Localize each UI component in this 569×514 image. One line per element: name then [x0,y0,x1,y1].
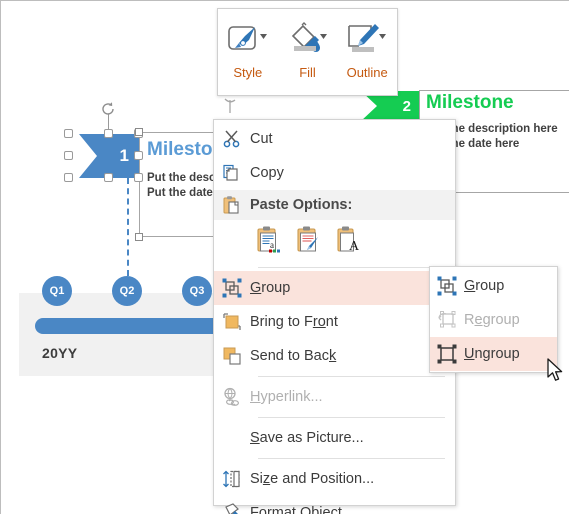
mini-toolbar-tail [223,96,236,116]
paste-keep-source-formatting-icon[interactable]: a [256,225,282,260]
context-menu-separator-1 [258,267,445,268]
screenshot-root: 20YY Q1 Q2 Q3 2 Milestone Put the descri… [0,0,569,514]
context-menu-label-bring-to-front: Bring to Front [250,314,338,330]
group-objects-icon [214,278,250,298]
submenu-label-group: Group [464,278,505,294]
group-submenu[interactable]: Group Regroup Ungroup [429,266,558,373]
quarter-label: Q2 [119,285,135,297]
rotate-handle-icon[interactable] [100,101,116,117]
submenu-item-regroup: Regroup [430,303,557,337]
clipboard-icon [214,195,250,215]
context-menu-label-hyperlink: Hyperlink... [250,389,323,405]
selection-handle-e[interactable] [134,151,143,160]
timeline-year-label: 20YY [42,345,78,361]
context-menu-label-cut: Cut [250,131,273,147]
size-and-position-icon [214,469,250,489]
context-menu-separator-4 [258,458,445,459]
context-menu-label-paste-options: Paste Options: [250,197,353,213]
mini-toolbar-label-outline: Outline [346,65,388,80]
mouse-pointer-icon [547,358,565,389]
group-objects-icon [430,276,464,296]
milestone-2-title: Milestone [426,92,514,113]
mini-toolbar[interactable]: Style Fill Outline [217,8,398,96]
context-menu-item-copy[interactable]: Copy [214,156,455,190]
mini-toolbar-item-style[interactable]: Style [218,9,278,95]
shape-style-icon [225,20,271,64]
timeline-quarter-q3[interactable]: Q3 [182,276,212,306]
paint-bucket-fill-icon [285,20,331,64]
bring-to-front-icon [214,312,250,332]
context-menu-label-copy: Copy [250,165,284,181]
shape-outline-pencil-icon [344,20,390,64]
selection-handle-w[interactable] [64,151,73,160]
svg-text:a: a [270,240,274,250]
selection-handle-n[interactable] [104,129,113,138]
submenu-item-group[interactable]: Group [430,269,557,303]
paste-keep-text-only-icon[interactable]: A [336,225,362,260]
context-menu[interactable]: Cut Copy Paste Options: a A Group Bring … [213,119,456,514]
quarter-label: Q3 [189,285,205,297]
paste-options-icons[interactable]: a A [214,220,455,264]
context-menu-item-paste-options: Paste Options: [214,190,455,220]
context-menu-separator-3 [258,417,445,418]
scissors-icon [214,129,250,149]
mini-toolbar-item-fill[interactable]: Fill [278,9,338,95]
group-handle-top[interactable] [135,128,143,136]
submenu-label-regroup: Regroup [464,312,520,328]
group-handle-bottom[interactable] [135,233,143,241]
context-menu-item-bring-to-front[interactable]: Bring to Front ▶ [214,305,455,339]
quarter-label: Q1 [49,285,65,297]
context-menu-item-group[interactable]: Group ▶ [214,271,455,305]
format-object-brush-icon [214,503,250,514]
mini-toolbar-label-style: Style [233,65,263,80]
context-menu-label-group: Group [250,280,291,296]
svg-text:A: A [349,239,360,254]
context-menu-separator-2 [258,376,445,377]
copy-pages-icon [214,163,250,183]
mini-toolbar-label-fill: Fill [299,65,316,80]
submenu-label-ungroup: Ungroup [464,346,520,362]
timeline-quarter-q1[interactable]: Q1 [42,276,72,306]
paste-use-destination-theme-icon[interactable] [296,225,322,260]
context-menu-label-save-as-picture: Save as Picture... [250,430,364,446]
ungroup-objects-icon [430,344,464,364]
context-menu-item-format-object[interactable]: Format Object... [214,496,455,514]
submenu-item-ungroup[interactable]: Ungroup [430,337,557,371]
context-menu-item-send-to-back[interactable]: Send to Back ▶ [214,339,455,373]
milestone-1-number: 1 [119,146,129,165]
context-menu-label-send-to-back: Send to Back [250,348,337,364]
send-to-back-icon [214,346,250,366]
mini-toolbar-item-outline[interactable]: Outline [337,9,397,95]
context-menu-item-hyperlink: Hyperlink... [214,380,455,414]
hyperlink-globe-icon [214,387,250,407]
milestone-1-connector [127,178,129,276]
selection-handle-nw[interactable] [64,129,73,138]
timeline-quarter-q2[interactable]: Q2 [112,276,142,306]
context-menu-item-size-and-position[interactable]: Size and Position... [214,462,455,496]
selection-handle-sw[interactable] [64,173,73,182]
context-menu-label-size-and-position: Size and Position... [250,471,375,487]
regroup-objects-icon [430,310,464,330]
context-menu-item-save-as-picture[interactable]: Save as Picture... [214,421,455,455]
selection-handle-s[interactable] [104,173,113,182]
selection-handle-se[interactable] [134,173,143,182]
context-menu-label-format-object: Format Object... [250,505,354,514]
context-menu-item-cut[interactable]: Cut [214,122,455,156]
